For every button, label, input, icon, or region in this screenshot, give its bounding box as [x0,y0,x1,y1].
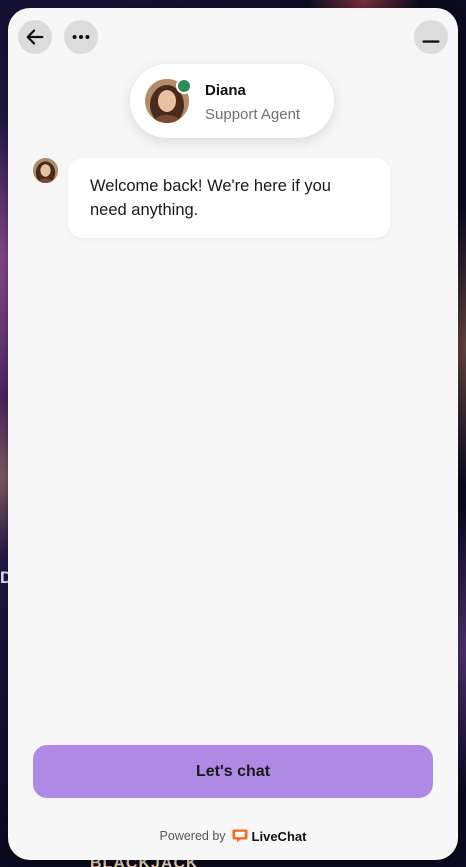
lets-chat-button[interactable]: Let's chat [33,745,433,798]
back-button[interactable] [18,20,52,54]
minimize-button[interactable] [414,20,448,54]
minimize-icon [422,40,440,43]
online-status-indicator [176,78,192,94]
chat-widget: Diana Support Agent Welcome back! We're … [8,8,458,860]
powered-by-label: Powered by [159,829,226,843]
arrow-left-icon [26,29,44,45]
agent-role: Support Agent [205,106,301,123]
agent-card[interactable]: Diana Support Agent [130,64,334,138]
livechat-brand: LiveChat [251,828,307,844]
footer: Powered by LiveChat [8,828,458,844]
agent-name: Diana [205,82,246,99]
livechat-logo-icon [232,829,248,843]
message-avatar [33,158,58,183]
message-bubble: Welcome back! We're here if you need any… [68,158,390,238]
more-options-button[interactable] [64,20,98,54]
more-horizontal-icon [72,34,90,40]
livechat-link[interactable]: LiveChat [232,828,307,844]
